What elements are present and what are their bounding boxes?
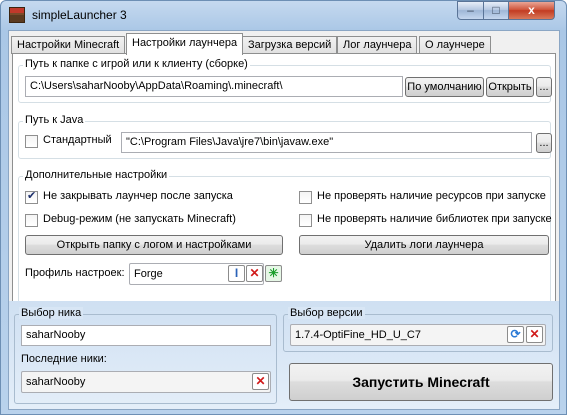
open-folder-button[interactable]: Открыть — [486, 77, 534, 97]
version-label: Выбор версии — [288, 307, 365, 319]
java-path-label: Путь к Java — [23, 114, 86, 126]
standard-java-label: Стандартный — [43, 134, 112, 146]
game-path-group: Путь к папке с игрой или к клиенту (сбор… — [18, 58, 552, 103]
version-group: Выбор версии 1.7.4-OptiFine_HD_U_C7 ⟳ ✕ — [283, 307, 553, 352]
keep-open-label: Не закрывать лаунчер после запуска — [43, 190, 233, 202]
title-bar: simpleLauncher 3 – □ x — [1, 1, 566, 29]
additional-settings-label: Дополнительные настройки — [23, 169, 170, 181]
client-area: Настройки Minecraft Настройки лаунчера З… — [8, 30, 560, 410]
no-library-check-label: Не проверять наличие библиотек при запус… — [317, 213, 552, 225]
keep-open-checkbox[interactable] — [25, 189, 38, 204]
launch-panel: Выбор ника saharNooby Последние ники: sa… — [9, 301, 559, 409]
rename-profile-icon[interactable]: I — [228, 265, 245, 282]
launcher-window: simpleLauncher 3 – □ x Настройки Minecra… — [0, 0, 567, 415]
nick-label: Выбор ника — [19, 307, 84, 319]
browse-game-path-button[interactable]: ... — [536, 77, 552, 97]
nick-group: Выбор ника saharNooby Последние ники: sa… — [14, 307, 277, 404]
tab-version-download[interactable]: Загрузка версий — [242, 36, 338, 54]
delete-nick-icon[interactable]: ✕ — [252, 373, 269, 390]
no-resource-check-checkbox[interactable] — [299, 191, 312, 204]
debug-mode-checkbox[interactable] — [25, 214, 38, 227]
delete-version-icon[interactable]: ✕ — [526, 326, 543, 343]
recent-nicks-select[interactable]: saharNooby — [21, 371, 271, 393]
nick-input[interactable]: saharNooby — [21, 325, 271, 346]
minecraft-block-icon — [9, 7, 25, 23]
browse-java-button[interactable]: ... — [536, 133, 552, 153]
tab-minecraft-settings[interactable]: Настройки Minecraft — [11, 36, 126, 54]
close-button[interactable]: x — [508, 1, 555, 20]
delete-profile-icon[interactable]: ✕ — [246, 265, 263, 282]
tab-about[interactable]: О лаунчере — [419, 36, 491, 54]
no-library-check-checkbox[interactable] — [299, 214, 312, 227]
recent-nicks-label: Последние ники: — [21, 353, 107, 365]
minimize-button[interactable]: – — [457, 1, 484, 20]
maximize-button[interactable]: □ — [483, 1, 509, 20]
delete-logs-button[interactable]: Удалить логи лаунчера — [299, 235, 549, 255]
launcher-settings-panel: Путь к папке с игрой или к клиенту (сбор… — [12, 53, 556, 319]
standard-java-checkbox[interactable] — [25, 135, 38, 148]
open-log-folder-button[interactable]: Открыть папку с логом и настройками — [25, 235, 283, 255]
debug-mode-label: Debug-режим (не запускать Minecraft) — [43, 213, 236, 225]
tab-launcher-settings[interactable]: Настройки лаунчера — [126, 33, 244, 55]
java-path-group: Путь к Java Стандартный "C:\Program File… — [18, 114, 552, 159]
java-path-input[interactable]: "C:\Program Files\Java\jre7\bin\javaw.ex… — [121, 132, 532, 153]
refresh-versions-icon[interactable]: ⟳ — [507, 326, 524, 343]
tab-strip: Настройки Minecraft Настройки лаунчера З… — [9, 33, 559, 55]
profile-label: Профиль настроек: — [25, 267, 125, 279]
window-title: simpleLauncher 3 — [32, 8, 127, 22]
game-path-input[interactable]: C:\Users\saharNooby\AppData\Roaming\.min… — [25, 76, 403, 97]
default-path-button[interactable]: По умолчанию — [405, 77, 484, 97]
add-profile-icon[interactable]: ✳ — [265, 265, 282, 282]
additional-settings-group: Дополнительные настройки Не закрывать ла… — [18, 169, 552, 309]
game-path-label: Путь к папке с игрой или к клиенту (сбор… — [23, 58, 250, 70]
no-resource-check-label: Не проверять наличие ресурсов при запуск… — [317, 190, 546, 202]
launch-minecraft-button[interactable]: Запустить Minecraft — [289, 363, 553, 401]
tab-launcher-log[interactable]: Лог лаунчера — [337, 36, 418, 54]
